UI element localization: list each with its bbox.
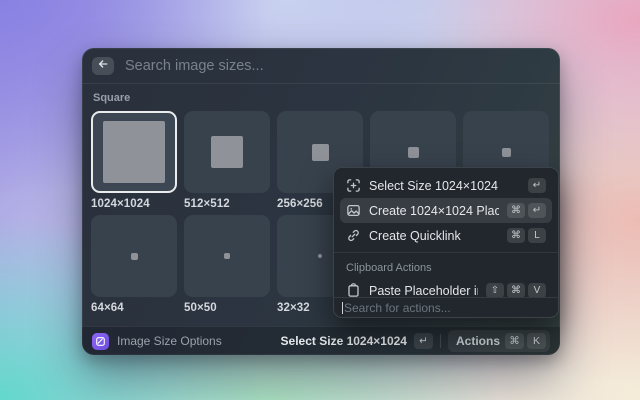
search-bar <box>82 48 560 84</box>
size-preview-square <box>103 121 165 183</box>
desktop-background: Square 1024×1024512×512256×25664×6450×50… <box>0 0 640 400</box>
actions-menu-list: Select Size 1024×1024 ↵ Create 1024×1024 P… <box>334 168 558 298</box>
key-badge: ↵ <box>528 178 546 193</box>
link-icon <box>346 228 361 243</box>
menu-item-label: Paste Placeholder in Active App <box>369 283 478 298</box>
actions-menu: Select Size 1024×1024 ↵ Create 1024×1024 P… <box>333 167 559 318</box>
key-badge: ⌘ <box>505 333 524 349</box>
size-preview-square <box>318 254 322 258</box>
size-preview-square <box>501 147 511 157</box>
key-badge: ⌘ <box>507 203 525 218</box>
actions-search-input[interactable] <box>344 300 550 315</box>
actions-button[interactable]: Actions ⌘ K <box>447 330 550 352</box>
footer-app-label: Image Size Options <box>117 334 222 348</box>
size-preview-square <box>211 136 243 168</box>
menu-section-header: Clipboard Actions <box>346 262 432 274</box>
size-preview-square <box>311 143 329 161</box>
footer-bar: Image Size Options Select Size 1024×1024… <box>82 326 560 355</box>
menu-item[interactable]: Paste Placeholder in Active App ⇧⌘V <box>340 278 552 298</box>
menu-item[interactable]: Create Quicklink ⌘ L <box>340 223 552 248</box>
size-preview-square <box>130 252 138 260</box>
menu-item-shortcuts: ↵ <box>528 178 546 193</box>
arrow-left-icon <box>97 58 109 73</box>
size-cell: 1024×1024 <box>91 111 177 215</box>
menu-item-label: Create 1024×1024 Placeholder <box>369 203 499 218</box>
key-badge: V <box>528 283 546 298</box>
actions-search-bar <box>334 297 558 317</box>
size-tile-label: 1024×1024 <box>91 198 150 210</box>
return-key-badge: ↵ <box>413 333 433 349</box>
size-tile[interactable] <box>184 215 270 297</box>
footer-divider <box>439 334 441 348</box>
actions-button-label: Actions <box>455 334 500 348</box>
back-button[interactable] <box>92 56 114 75</box>
size-cell: 512×512 <box>184 111 270 215</box>
menu-item-label: Create Quicklink <box>369 228 461 243</box>
menu-item[interactable]: Create 1024×1024 Placeholder ⌘↵ <box>340 198 552 223</box>
menu-item[interactable]: Select Size 1024×1024 ↵ <box>340 173 552 198</box>
key-badge: K <box>527 333 546 349</box>
size-tile-selected[interactable] <box>91 111 177 193</box>
key-badge: ⌘ <box>507 228 525 243</box>
actions-key-badges: ⌘ K <box>505 333 546 349</box>
section-title: Square <box>93 92 131 104</box>
menu-item-shortcuts: ⌘ ↵ <box>507 203 546 218</box>
menu-item-shortcuts: ⌘ L <box>507 228 546 243</box>
size-cell: 64×64 <box>91 215 177 319</box>
clipboard-icon <box>346 283 361 297</box>
size-preview-square <box>407 146 419 158</box>
select-size-icon <box>346 178 361 193</box>
size-tile-label: 50×50 <box>184 302 217 314</box>
size-preview-square <box>224 253 230 259</box>
key-badge: ↵ <box>528 203 546 218</box>
menu-divider <box>334 252 558 253</box>
key-badge: ⇧ <box>486 283 504 298</box>
search-input[interactable] <box>125 57 550 74</box>
text-caret <box>342 301 343 314</box>
key-badge: ⌘ <box>507 283 525 298</box>
menu-item-shortcuts: ⇧ ⌘ V <box>486 283 546 298</box>
size-tile[interactable] <box>91 215 177 297</box>
image-size-app-icon <box>92 332 109 350</box>
footer-right-group: Select Size 1024×1024 ↵ Actions ⌘ K <box>281 330 550 352</box>
size-tile-label: 64×64 <box>91 302 124 314</box>
key-badge: L <box>528 228 546 243</box>
footer-primary-action[interactable]: Select Size 1024×1024 <box>281 334 407 348</box>
menu-item-label: Select Size 1024×1024 <box>369 178 498 193</box>
image-icon <box>346 203 361 218</box>
size-tile-label: 512×512 <box>184 198 230 210</box>
size-cell: 50×50 <box>184 215 270 319</box>
size-tile[interactable] <box>184 111 270 193</box>
launcher-window: Square 1024×1024512×512256×25664×6450×50… <box>82 48 560 355</box>
